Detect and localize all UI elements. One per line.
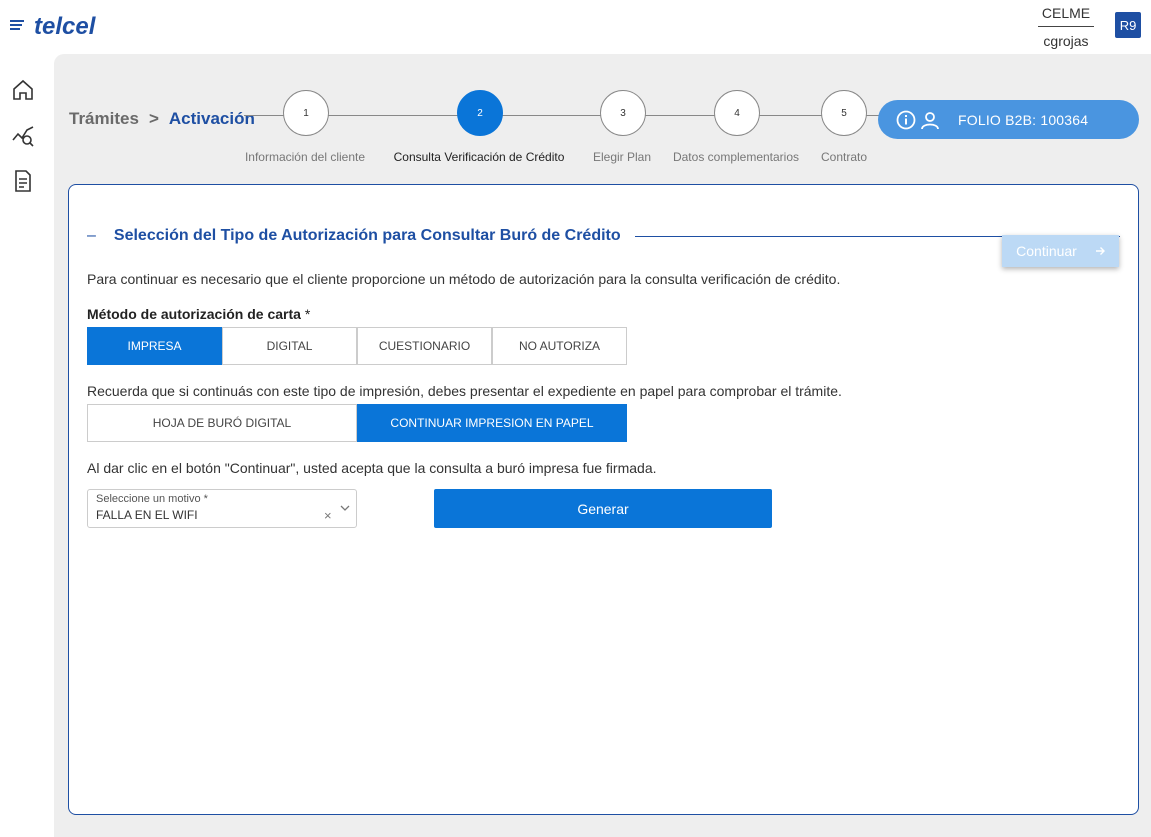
user-info[interactable]: CELME cgrojas	[1038, 4, 1094, 50]
sidebar	[0, 54, 54, 837]
step-3[interactable]: 3	[600, 90, 646, 136]
user-name: cgrojas	[1043, 33, 1089, 49]
intro-text: Para continuar es necesario que el clien…	[87, 271, 841, 287]
step-label-2: Consulta Verificación de Crédito	[393, 150, 565, 164]
logo-text: telcel	[34, 13, 97, 40]
step-5[interactable]: 5	[821, 90, 867, 136]
breadcrumb-current: Activación	[168, 109, 255, 128]
method-label-text: Método de autorización de carta	[87, 306, 301, 322]
step-label-4: Datos complementarios	[672, 150, 800, 164]
breadcrumb: Trámites > Activación	[69, 109, 255, 129]
main-content: Trámites > Activación 1 2 3 4 5 Informac…	[54, 54, 1151, 837]
continue-button[interactable]: Continuar	[1002, 235, 1119, 267]
continue-button-label: Continuar	[1016, 243, 1077, 259]
clear-icon[interactable]: ×	[324, 508, 332, 523]
folio-badge[interactable]: FOLIO B2B: 100364	[878, 100, 1139, 139]
document-icon[interactable]	[11, 169, 35, 193]
chevron-down-icon[interactable]	[339, 502, 351, 514]
breadcrumb-separator: >	[148, 109, 159, 128]
authorization-card: – Selección del Tipo de Autorización par…	[68, 184, 1139, 815]
method-label: Método de autorización de carta *	[87, 306, 310, 322]
reason-select[interactable]: Seleccione un motivo * FALLA EN EL WIFI …	[87, 489, 357, 528]
method-option-digital[interactable]: DIGITAL	[222, 327, 357, 365]
accept-note: Al dar clic en el botón "Continuar", ust…	[87, 460, 657, 476]
step-label-1: Información del cliente	[244, 150, 366, 164]
breadcrumb-root[interactable]: Trámites	[69, 109, 139, 129]
step-label-5: Contrato	[820, 150, 868, 164]
method-option-no-autoriza[interactable]: NO AUTORIZA	[492, 327, 627, 365]
info-icon[interactable]	[896, 110, 916, 130]
reason-select-value: FALLA EN EL WIFI	[96, 508, 198, 522]
generate-button[interactable]: Generar	[434, 489, 772, 528]
stepper-line	[244, 115, 886, 116]
telcel-logo[interactable]: telcel	[10, 10, 110, 40]
home-icon[interactable]	[11, 78, 35, 102]
reason-select-label: Seleccione un motivo *	[96, 493, 208, 505]
collapse-toggle[interactable]: –	[87, 227, 96, 245]
step-2[interactable]: 2	[457, 90, 503, 136]
print-option-papel[interactable]: CONTINUAR IMPRESION EN PAPEL	[357, 404, 627, 442]
step-4[interactable]: 4	[714, 90, 760, 136]
user-icon[interactable]	[920, 110, 940, 130]
required-mark: *	[304, 306, 311, 322]
user-region-badge[interactable]: R9	[1115, 12, 1141, 38]
method-option-impresa[interactable]: IMPRESA	[87, 327, 222, 365]
step-label-3: Elegir Plan	[592, 150, 652, 164]
folio-text: FOLIO B2B: 100364	[958, 111, 1089, 128]
user-company: CELME	[1038, 4, 1094, 27]
step-1[interactable]: 1	[283, 90, 329, 136]
print-note: Recuerda que si continuás con este tipo …	[87, 383, 842, 399]
arrow-right-icon	[1095, 247, 1105, 255]
chart-search-icon[interactable]	[11, 124, 35, 148]
top-bar: telcel CELME cgrojas R9	[0, 0, 1151, 54]
print-option-hoja-buro-digital[interactable]: HOJA DE BURÓ DIGITAL	[87, 404, 357, 442]
section-title-text: Selección del Tipo de Autorización para …	[113, 227, 621, 244]
section-title: – Selección del Tipo de Autorización par…	[87, 227, 621, 245]
method-option-cuestionario[interactable]: CUESTIONARIO	[357, 327, 492, 365]
